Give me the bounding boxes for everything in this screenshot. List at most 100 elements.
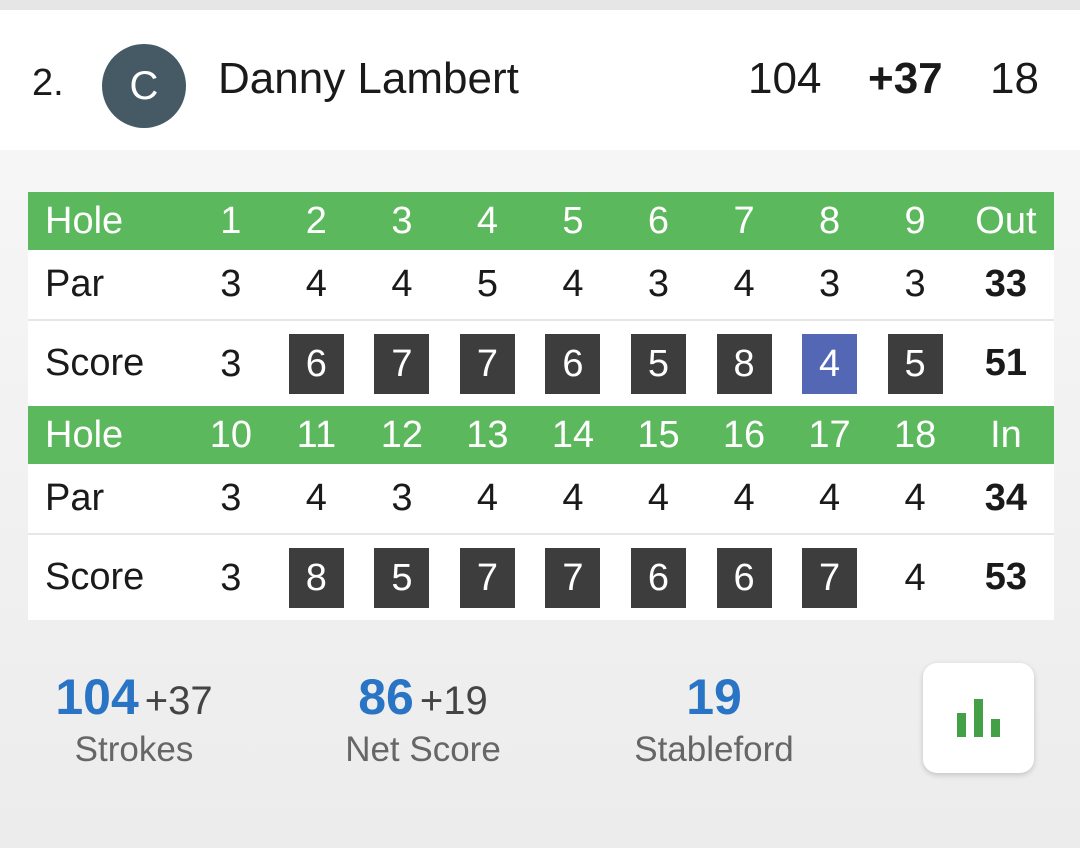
par-value: 4 <box>733 477 755 519</box>
score-cell: 7 <box>445 534 531 620</box>
hole-number: 9 <box>904 199 926 242</box>
total-label: Out <box>975 199 1037 242</box>
hole-number: 18 <box>893 413 937 456</box>
score-total: 53 <box>984 556 1028 598</box>
score-value: 5 <box>630 333 686 394</box>
avatar: C <box>102 44 186 128</box>
par-value: 3 <box>391 477 413 519</box>
total-label: In <box>990 413 1022 456</box>
stableford-value: 19 <box>686 669 742 725</box>
back-par-row: Par 3 4 3 4 4 4 4 4 4 34 <box>28 464 1054 534</box>
par-value: 4 <box>305 263 327 305</box>
par-total: 34 <box>984 477 1028 519</box>
score-cell: 8 <box>701 320 787 406</box>
par-value: 4 <box>562 477 584 519</box>
back-hole-header-row: Hole 10 11 12 13 14 15 16 17 18 In <box>28 406 1054 464</box>
par-value: 4 <box>818 477 841 519</box>
hole-number: 15 <box>637 413 680 456</box>
hole-number: 6 <box>647 199 670 242</box>
score-cell: 6 <box>274 320 360 406</box>
front-score-row: Score 3 6 7 7 6 5 8 4 5 51 <box>28 320 1054 406</box>
player-name: Danny Lambert <box>218 54 519 103</box>
score-cell: 5 <box>616 320 702 406</box>
strokes-diff: +37 <box>144 679 213 723</box>
score-value: 4 <box>904 556 926 599</box>
hole-number: 3 <box>391 199 413 242</box>
stat-stableford: 19 Stableford <box>620 668 808 770</box>
hole-number: 17 <box>808 413 851 456</box>
score-label: Score <box>45 556 145 598</box>
par-value: 3 <box>904 263 926 305</box>
score-total: 51 <box>984 342 1028 384</box>
net-score-label: Net Score <box>345 730 501 769</box>
par-value: 3 <box>647 263 670 305</box>
score-value: 7 <box>459 333 515 394</box>
par-label: Par <box>45 263 105 305</box>
par-value: 4 <box>647 477 670 519</box>
stat-net-score: 86 +19 Net Score <box>338 668 508 770</box>
hole-number: 8 <box>818 199 841 242</box>
par-value: 4 <box>476 477 498 519</box>
hole-number: 13 <box>466 413 509 456</box>
scorecard-table: Hole 1 2 3 4 5 6 7 8 9 Out Par 3 4 4 5 4 3 4 3 3 33 Score 3 6 7 7 6… <box>28 192 1054 620</box>
hole-number: 2 <box>305 199 327 242</box>
front-par-row: Par 3 4 4 5 4 3 4 3 3 33 <box>28 250 1054 320</box>
hole-number: 12 <box>380 413 424 456</box>
hole-number: 1 <box>220 199 242 242</box>
score-value: 7 <box>374 333 430 394</box>
stats-chart-button[interactable] <box>923 663 1034 773</box>
hole-label: Hole <box>45 199 124 242</box>
score-value: 3 <box>220 556 242 599</box>
hole-number: 4 <box>476 199 498 242</box>
par-value: 5 <box>476 263 498 305</box>
score-cell: 4 <box>787 320 873 406</box>
bar-chart-icon <box>957 699 1000 737</box>
hole-number: 14 <box>551 413 595 456</box>
par-value: 4 <box>733 263 755 305</box>
score-value: 8 <box>716 333 772 394</box>
score-value: 5 <box>887 333 943 394</box>
hole-number: 5 <box>562 199 584 242</box>
front-hole-header-row: Hole 1 2 3 4 5 6 7 8 9 Out <box>28 192 1054 250</box>
player-rank: 2. <box>32 62 64 104</box>
score-cell: 5 <box>872 320 958 406</box>
player-strokes: 104 <box>748 54 822 103</box>
score-cell: 7 <box>359 320 445 406</box>
score-cell: 7 <box>787 534 873 620</box>
hole-number: 7 <box>733 199 755 242</box>
score-value: 8 <box>288 547 344 608</box>
score-value: 6 <box>716 547 772 608</box>
score-value: 6 <box>545 333 601 394</box>
player-thru: 18 <box>990 54 1039 103</box>
score-cell: 7 <box>530 534 616 620</box>
net-score-diff: +19 <box>419 679 488 723</box>
player-to-par: +37 <box>868 54 943 103</box>
score-cell: 6 <box>616 534 702 620</box>
score-cell: 7 <box>445 320 531 406</box>
par-value: 3 <box>220 263 242 305</box>
score-label: Score <box>45 342 145 384</box>
back-score-row: Score 3 8 5 7 7 6 6 7 4 53 <box>28 534 1054 620</box>
par-value: 4 <box>305 477 327 519</box>
score-cell: 3 <box>188 320 274 406</box>
par-total: 33 <box>984 263 1028 305</box>
hole-number: 16 <box>722 413 766 456</box>
strokes-label: Strokes <box>74 730 194 769</box>
par-value: 4 <box>904 477 926 519</box>
strokes-value: 104 <box>55 669 139 725</box>
hole-number: 11 <box>296 413 337 456</box>
score-value: 7 <box>459 547 515 608</box>
stableford-label: Stableford <box>634 730 794 769</box>
score-cell: 4 <box>872 534 958 620</box>
stat-strokes: 104 +37 Strokes <box>48 668 220 770</box>
net-score-value: 86 <box>358 669 414 725</box>
par-value: 3 <box>818 263 841 305</box>
score-value: 3 <box>220 342 242 385</box>
player-row[interactable]: 2. C Danny Lambert 104 +37 18 <box>0 10 1080 150</box>
top-divider <box>0 0 1080 10</box>
score-cell: 6 <box>530 320 616 406</box>
par-value: 3 <box>220 477 242 519</box>
score-cell: 6 <box>701 534 787 620</box>
par-value: 4 <box>562 263 584 305</box>
score-value: 6 <box>630 547 686 608</box>
